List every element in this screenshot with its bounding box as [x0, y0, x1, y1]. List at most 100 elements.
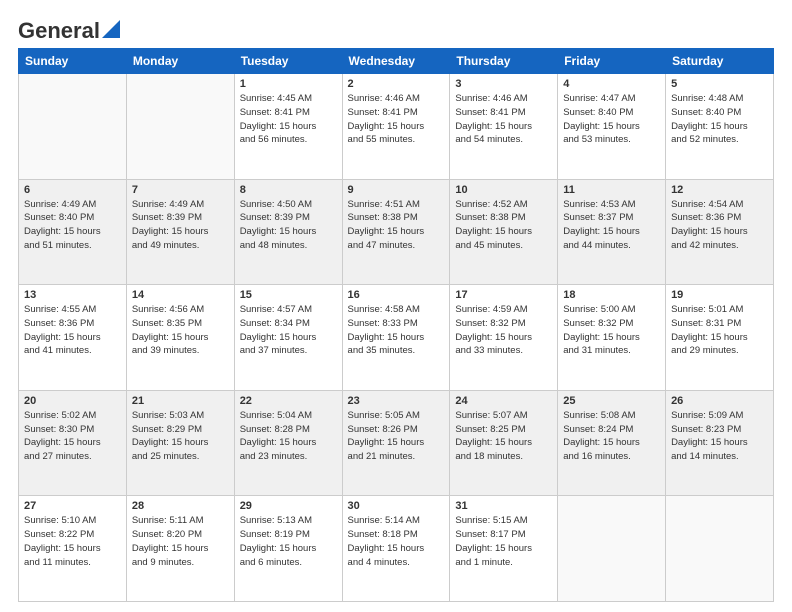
day-number: 10 [455, 184, 552, 196]
weekday-header-row: SundayMondayTuesdayWednesdayThursdayFrid… [19, 49, 774, 74]
day-cell: 29 Sunrise: 5:13 AM Sunset: 8:19 PM Dayli… [234, 496, 342, 602]
day-number: 13 [24, 289, 121, 301]
day-number: 16 [348, 289, 445, 301]
page: General SundayMondayTuesdayWednesdayThur… [0, 0, 792, 612]
day-info: Sunrise: 4:59 AM Sunset: 8:32 PM Dayligh… [455, 303, 552, 358]
day-cell: 3 Sunrise: 4:46 AM Sunset: 8:41 PM Daylig… [450, 74, 558, 180]
day-info: Sunrise: 5:04 AM Sunset: 8:28 PM Dayligh… [240, 409, 337, 464]
day-cell: 20Sunrise: 5:02 AM Sunset: 8:30 PM Dayli… [19, 390, 127, 496]
week-row-0: 1Sunrise: 4:45 AM Sunset: 8:41 PM Daylig… [19, 74, 774, 180]
week-row-2: 13 Sunrise: 4:55 AM Sunset: 8:36 PM Dayli… [19, 285, 774, 391]
day-info: Sunrise: 5:08 AM Sunset: 8:24 PM Dayligh… [563, 409, 660, 464]
day-cell: 22 Sunrise: 5:04 AM Sunset: 8:28 PM Dayli… [234, 390, 342, 496]
day-info: Sunrise: 4:48 AM Sunset: 8:40 PM Dayligh… [671, 92, 768, 147]
day-number: 5 [671, 78, 768, 90]
weekday-header-tuesday: Tuesday [234, 49, 342, 74]
day-number: 12 [671, 184, 768, 196]
day-cell: 10 Sunrise: 4:52 AM Sunset: 8:38 PM Dayli… [450, 179, 558, 285]
day-cell: 14 Sunrise: 4:56 AM Sunset: 8:35 PM Dayli… [126, 285, 234, 391]
day-info: Sunrise: 5:10 AM Sunset: 8:22 PM Dayligh… [24, 514, 121, 569]
day-cell: 1Sunrise: 4:45 AM Sunset: 8:41 PM Daylig… [234, 74, 342, 180]
day-cell: 26 Sunrise: 5:09 AM Sunset: 8:23 PM Dayli… [666, 390, 774, 496]
day-number: 20 [24, 395, 121, 407]
day-info: Sunrise: 4:52 AM Sunset: 8:38 PM Dayligh… [455, 198, 552, 253]
day-number: 22 [240, 395, 337, 407]
day-info: Sunrise: 4:49 AM Sunset: 8:39 PM Dayligh… [132, 198, 229, 253]
day-cell: 8 Sunrise: 4:50 AM Sunset: 8:39 PM Daylig… [234, 179, 342, 285]
day-cell: 12Sunrise: 4:54 AM Sunset: 8:36 PM Dayli… [666, 179, 774, 285]
day-info: Sunrise: 4:58 AM Sunset: 8:33 PM Dayligh… [348, 303, 445, 358]
day-info: Sunrise: 4:55 AM Sunset: 8:36 PM Dayligh… [24, 303, 121, 358]
day-info: Sunrise: 5:13 AM Sunset: 8:19 PM Dayligh… [240, 514, 337, 569]
day-cell: 18 Sunrise: 5:00 AM Sunset: 8:32 PM Dayli… [558, 285, 666, 391]
day-info: Sunrise: 4:49 AM Sunset: 8:40 PM Dayligh… [24, 198, 121, 253]
day-number: 26 [671, 395, 768, 407]
day-cell: 27 Sunrise: 5:10 AM Sunset: 8:22 PM Dayli… [19, 496, 127, 602]
day-cell: 6Sunrise: 4:49 AM Sunset: 8:40 PM Daylig… [19, 179, 127, 285]
week-row-1: 6Sunrise: 4:49 AM Sunset: 8:40 PM Daylig… [19, 179, 774, 285]
day-info: Sunrise: 5:14 AM Sunset: 8:18 PM Dayligh… [348, 514, 445, 569]
weekday-header-wednesday: Wednesday [342, 49, 450, 74]
day-info: Sunrise: 4:56 AM Sunset: 8:35 PM Dayligh… [132, 303, 229, 358]
day-cell: 15Sunrise: 4:57 AM Sunset: 8:34 PM Dayli… [234, 285, 342, 391]
day-info: Sunrise: 4:57 AM Sunset: 8:34 PM Dayligh… [240, 303, 337, 358]
day-info: Sunrise: 5:15 AM Sunset: 8:17 PM Dayligh… [455, 514, 552, 569]
day-cell: 30 Sunrise: 5:14 AM Sunset: 8:18 PM Dayli… [342, 496, 450, 602]
day-info: Sunrise: 5:09 AM Sunset: 8:23 PM Dayligh… [671, 409, 768, 464]
calendar-table: SundayMondayTuesdayWednesdayThursdayFrid… [18, 48, 774, 602]
day-cell: 4Sunrise: 4:47 AM Sunset: 8:40 PM Daylig… [558, 74, 666, 180]
day-info: Sunrise: 4:46 AM Sunset: 8:41 PM Dayligh… [455, 92, 552, 147]
day-cell [558, 496, 666, 602]
day-info: Sunrise: 5:00 AM Sunset: 8:32 PM Dayligh… [563, 303, 660, 358]
day-number: 28 [132, 500, 229, 512]
day-cell [19, 74, 127, 180]
day-info: Sunrise: 5:11 AM Sunset: 8:20 PM Dayligh… [132, 514, 229, 569]
logo-general: General [18, 18, 100, 44]
day-cell: 21Sunrise: 5:03 AM Sunset: 8:29 PM Dayli… [126, 390, 234, 496]
weekday-header-saturday: Saturday [666, 49, 774, 74]
day-cell: 24 Sunrise: 5:07 AM Sunset: 8:25 PM Dayli… [450, 390, 558, 496]
header: General [18, 18, 774, 40]
day-info: Sunrise: 5:01 AM Sunset: 8:31 PM Dayligh… [671, 303, 768, 358]
day-number: 29 [240, 500, 337, 512]
day-cell: 17 Sunrise: 4:59 AM Sunset: 8:32 PM Dayli… [450, 285, 558, 391]
day-cell: 25 Sunrise: 5:08 AM Sunset: 8:24 PM Dayli… [558, 390, 666, 496]
day-info: Sunrise: 4:50 AM Sunset: 8:39 PM Dayligh… [240, 198, 337, 253]
day-number: 18 [563, 289, 660, 301]
weekday-header-friday: Friday [558, 49, 666, 74]
day-cell: 16 Sunrise: 4:58 AM Sunset: 8:33 PM Dayli… [342, 285, 450, 391]
day-number: 17 [455, 289, 552, 301]
day-number: 8 [240, 184, 337, 196]
day-number: 9 [348, 184, 445, 196]
day-cell [666, 496, 774, 602]
day-cell: 19Sunrise: 5:01 AM Sunset: 8:31 PM Dayli… [666, 285, 774, 391]
day-cell: 28 Sunrise: 5:11 AM Sunset: 8:20 PM Dayli… [126, 496, 234, 602]
day-number: 3 [455, 78, 552, 90]
day-number: 31 [455, 500, 552, 512]
day-cell: 31 Sunrise: 5:15 AM Sunset: 8:17 PM Dayli… [450, 496, 558, 602]
day-number: 23 [348, 395, 445, 407]
day-number: 11 [563, 184, 660, 196]
week-row-4: 27 Sunrise: 5:10 AM Sunset: 8:22 PM Dayli… [19, 496, 774, 602]
day-info: Sunrise: 4:46 AM Sunset: 8:41 PM Dayligh… [348, 92, 445, 147]
day-number: 1 [240, 78, 337, 90]
day-number: 4 [563, 78, 660, 90]
day-number: 2 [348, 78, 445, 90]
day-cell: 2 Sunrise: 4:46 AM Sunset: 8:41 PM Daylig… [342, 74, 450, 180]
day-cell [126, 74, 234, 180]
day-info: Sunrise: 5:03 AM Sunset: 8:29 PM Dayligh… [132, 409, 229, 464]
day-number: 25 [563, 395, 660, 407]
day-number: 24 [455, 395, 552, 407]
day-number: 27 [24, 500, 121, 512]
logo-icon [102, 20, 120, 38]
day-info: Sunrise: 5:07 AM Sunset: 8:25 PM Dayligh… [455, 409, 552, 464]
day-info: Sunrise: 4:53 AM Sunset: 8:37 PM Dayligh… [563, 198, 660, 253]
weekday-header-sunday: Sunday [19, 49, 127, 74]
day-info: Sunrise: 5:05 AM Sunset: 8:26 PM Dayligh… [348, 409, 445, 464]
day-info: Sunrise: 4:51 AM Sunset: 8:38 PM Dayligh… [348, 198, 445, 253]
day-cell: 23 Sunrise: 5:05 AM Sunset: 8:26 PM Dayli… [342, 390, 450, 496]
day-number: 30 [348, 500, 445, 512]
weekday-header-thursday: Thursday [450, 49, 558, 74]
day-number: 14 [132, 289, 229, 301]
weekday-header-monday: Monday [126, 49, 234, 74]
